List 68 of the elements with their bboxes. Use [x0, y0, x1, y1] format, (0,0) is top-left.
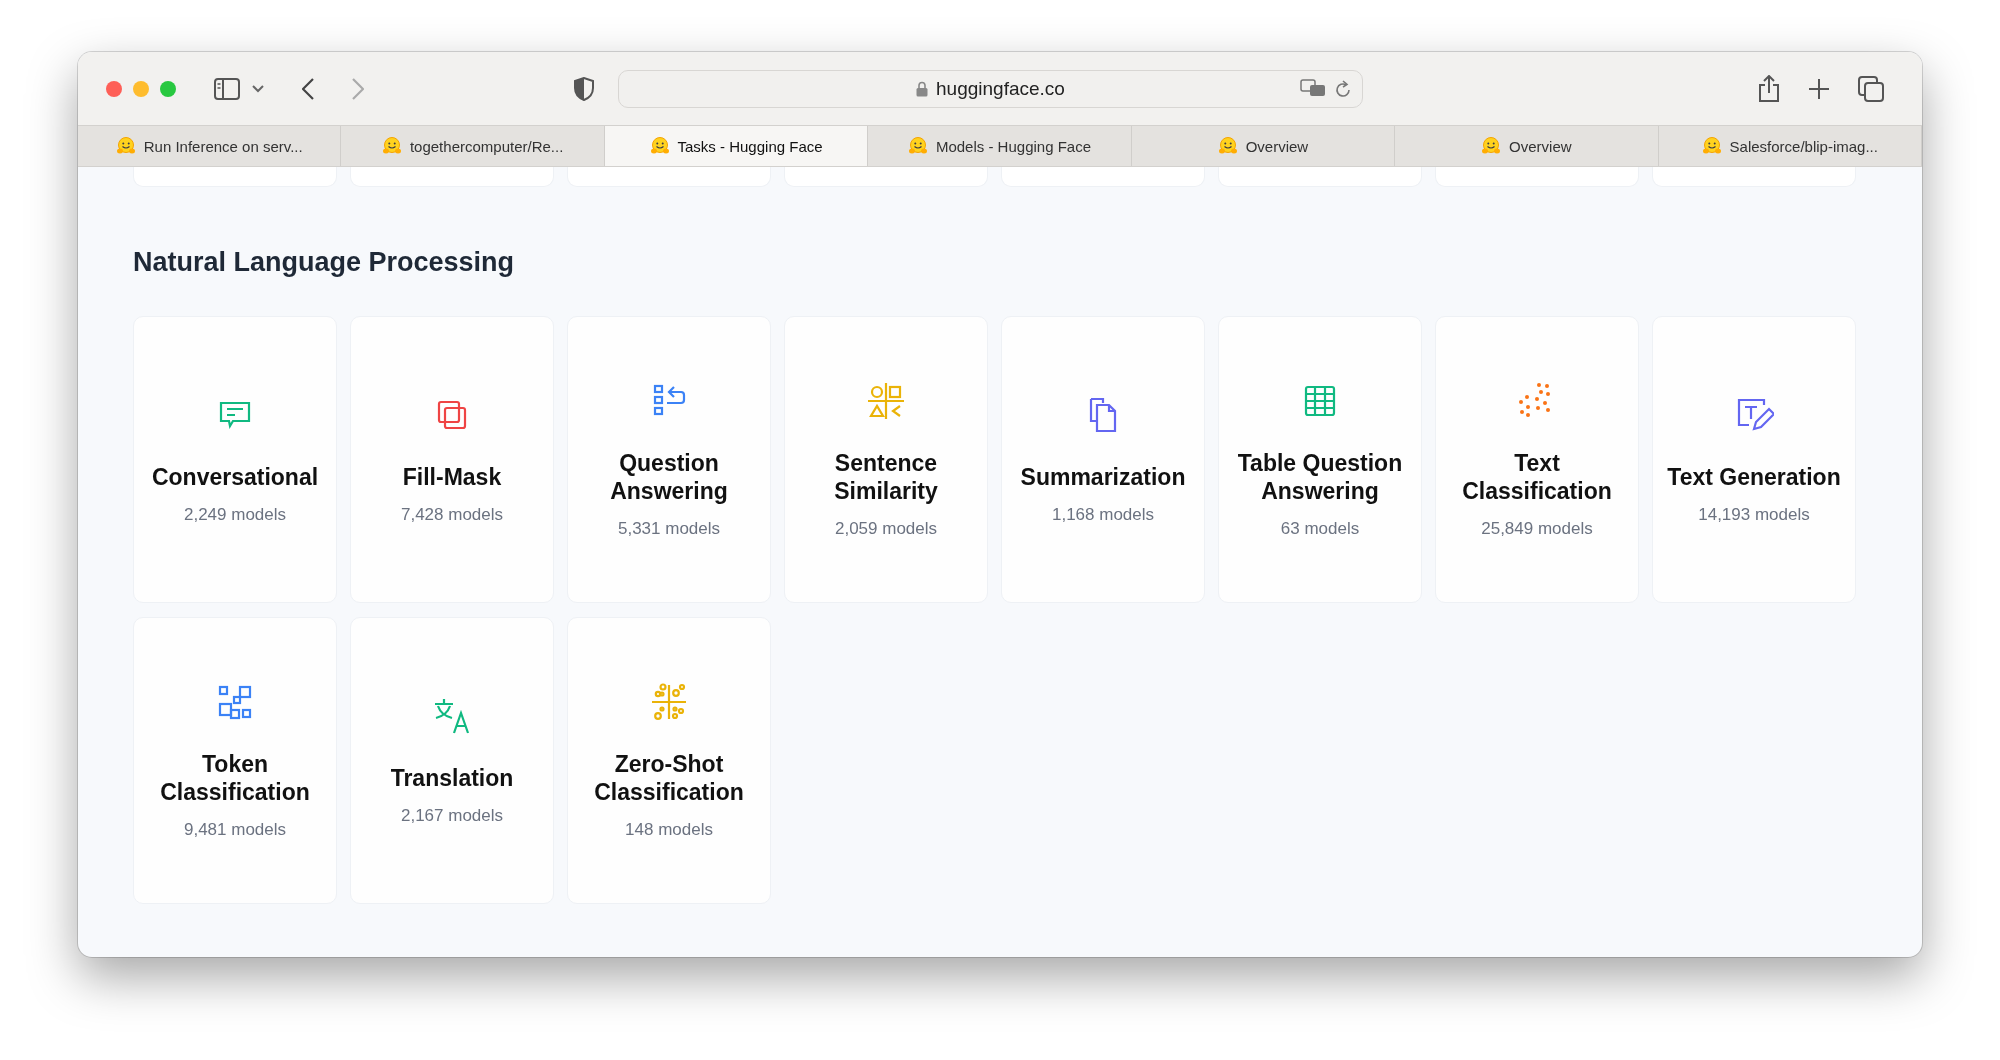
tab-title: Tasks - Hugging Face — [677, 137, 823, 155]
tab-title: Run Inference on serv... — [143, 137, 303, 155]
model-count: 7,428 models — [400, 504, 504, 525]
model-count: 2,059 models — [834, 518, 938, 539]
task-title: Summarization — [1020, 462, 1186, 491]
lock-icon — [916, 80, 929, 97]
smiley-icon — [1217, 137, 1238, 155]
plus-icon[interactable] — [1808, 77, 1830, 100]
task-title: Zero-Shot Classification — [593, 749, 745, 806]
smiley-icon — [115, 137, 136, 155]
model-count: 2,167 models — [400, 805, 504, 826]
model-count: 148 models — [625, 819, 713, 840]
smiley-icon — [907, 137, 928, 155]
task-title: Conversational — [151, 462, 319, 491]
task-card[interactable]: Summarization 1,168 models — [1001, 316, 1205, 603]
task-card[interactable]: Text Generation 14,193 models — [1652, 316, 1856, 603]
task-title: Table Question Answering — [1236, 448, 1404, 505]
model-count: 14,193 models — [1698, 504, 1810, 525]
task-card[interactable]: Text Classification 25,849 models — [1435, 316, 1639, 603]
address-bar[interactable]: huggingface.co — [618, 69, 1363, 108]
task-title: Text Classification — [1461, 448, 1613, 505]
task-title: Sentence Similarity — [833, 448, 939, 505]
tabs-overview-icon[interactable] — [1858, 75, 1884, 102]
task-title: Fill-Mask — [402, 462, 502, 491]
smiley-icon — [1481, 137, 1502, 155]
tab-title: Overview — [1509, 137, 1572, 155]
model-count: 9,481 models — [183, 819, 287, 840]
tab-title: Overview — [1245, 137, 1309, 155]
task-title: Question Answering — [609, 448, 729, 505]
task-card[interactable]: Zero-Shot Classification 148 models — [567, 617, 771, 904]
task-title: Token Classification — [159, 749, 311, 806]
task-title: Translation — [390, 763, 514, 792]
url-text: huggingface.co — [936, 77, 1065, 100]
model-count: 25,849 models — [1481, 518, 1593, 539]
shield-icon[interactable] — [574, 76, 594, 101]
task-card[interactable]: Sentence Similarity 2,059 models — [784, 316, 988, 603]
browser-tab[interactable]: Tasks - Hugging Face — [604, 126, 869, 166]
browser-tab[interactable]: Models - Hugging Face — [868, 126, 1132, 166]
tab-title: Models - Hugging Face — [935, 137, 1091, 155]
task-card[interactable]: Table Question Answering 63 models — [1218, 316, 1422, 603]
task-card[interactable]: Question Answering 5,331 models — [567, 316, 771, 603]
browser-tab[interactable]: Overview — [1131, 126, 1396, 166]
smiley-icon — [1701, 137, 1722, 155]
reload-icon[interactable] — [1334, 78, 1352, 99]
browser-tab[interactable]: Salesforce/blip-imag... — [1658, 126, 1922, 166]
tab-title: Salesforce/blip-imag... — [1729, 137, 1878, 155]
model-count: 5,331 models — [617, 518, 721, 539]
translate-icon[interactable] — [1300, 78, 1326, 99]
task-card[interactable]: Conversational 2,249 models — [133, 316, 337, 603]
browser-tab[interactable]: Run Inference on serv... — [78, 126, 342, 166]
chevron-down-icon[interactable] — [252, 84, 264, 93]
close-button[interactable] — [106, 80, 122, 97]
task-card[interactable]: Translation 2,167 models — [350, 617, 554, 904]
section-heading: Natural Language Processing — [133, 247, 516, 278]
back-icon[interactable] — [302, 77, 314, 100]
share-icon[interactable] — [1758, 74, 1780, 103]
tab-title: togethercomputer/Re... — [409, 137, 564, 155]
task-card[interactable]: Token Classification 9,481 models — [133, 617, 337, 904]
browser-tab[interactable]: togethercomputer/Re... — [341, 126, 605, 166]
model-count: 63 models — [1280, 518, 1360, 539]
smiley-icon — [649, 137, 670, 155]
model-count: 2,249 models — [183, 504, 287, 525]
task-card[interactable]: Fill-Mask 7,428 models — [350, 316, 554, 603]
sidebar-icon[interactable] — [214, 77, 240, 100]
model-count: 1,168 models — [1051, 504, 1155, 525]
task-title: Text Generation — [1667, 462, 1841, 491]
smiley-icon — [381, 137, 402, 155]
browser-tab[interactable]: Overview — [1395, 126, 1659, 166]
